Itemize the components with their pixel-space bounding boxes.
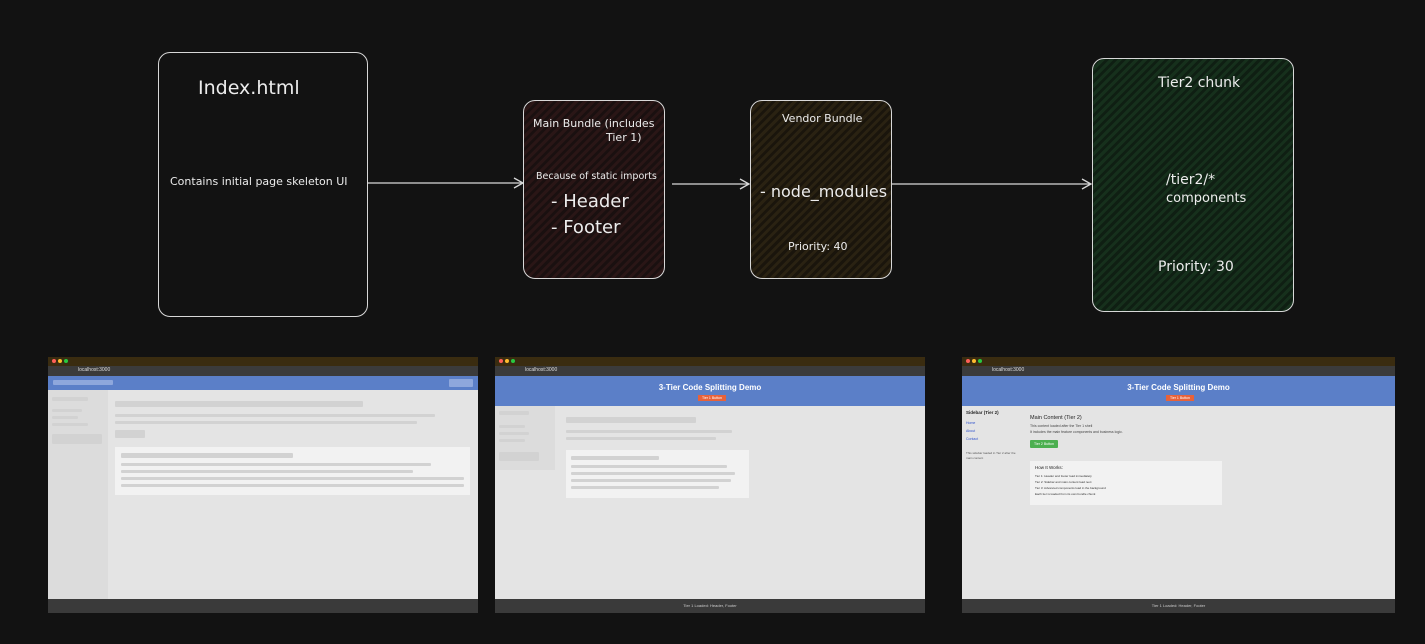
tier2-chunk-path-line2: components [1166, 191, 1247, 206]
sidebar-link-home[interactable]: Home [966, 421, 975, 425]
sidebar-note: This sidebar loaded in Tier 2 after the … [966, 451, 1016, 460]
sidebar-link-about[interactable]: About [966, 429, 975, 433]
screenshot-tier2: localhost:3000 3-Tier Code Splitting Dem… [962, 357, 1395, 613]
app-footer: Tier 1 Loaded: Header, Footer [495, 599, 925, 613]
vendor-bundle-title: Vendor Bundle [782, 112, 863, 125]
vendor-bundle-box: Vendor Bundle - node_modules Priority: 4… [750, 100, 892, 279]
vendor-bundle-priority: Priority: 40 [788, 240, 848, 253]
index-html-desc: Contains initial page skeleton UI [170, 175, 348, 188]
how-item: Tier 2: Sidebar and main content load ne… [1035, 480, 1092, 484]
browser-chrome: localhost:3000 [962, 357, 1395, 376]
index-html-box: Index.html Contains initial page skeleto… [158, 52, 368, 317]
tier2-sidebar: Sidebar (Tier 2) Home About Contact This… [962, 406, 1024, 599]
tier2-chunk-title: Tier2 chunk [1158, 75, 1241, 91]
main-line2: It includes the main feature components … [1030, 430, 1123, 434]
main-line1: This content loaded after the Tier 1 she… [1030, 424, 1093, 428]
main-bundle-desc: Because of static imports [536, 171, 657, 182]
tier1-button[interactable]: Tier 1 Button [1166, 395, 1194, 401]
screenshot-tier1: localhost:3000 3-Tier Code Splitting Dem… [495, 357, 925, 613]
skeleton-header [48, 376, 478, 390]
screenshot-skeleton: localhost:3000 [48, 357, 478, 613]
url-text: localhost:3000 [78, 367, 111, 373]
main-bundle-box: Main Bundle (includes Tier 1) Because of… [523, 100, 665, 279]
main-bundle-item-header: - Header [551, 191, 629, 212]
app-title: 3-Tier Code Splitting Demo [1127, 383, 1230, 392]
url-text: localhost:3000 [525, 367, 558, 373]
app-header: 3-Tier Code Splitting Demo Tier 1 Button [962, 376, 1395, 406]
browser-url-bar[interactable]: localhost:3000 [962, 366, 1395, 376]
browser-chrome: localhost:3000 [48, 357, 478, 376]
app-title: 3-Tier Code Splitting Demo [658, 383, 762, 392]
footer-status: Tier 1 Loaded: Header, Footer [683, 603, 737, 608]
browser-tab-bar [962, 357, 1395, 366]
tier2-chunk-box: Tier2 chunk /tier2/* components Priority… [1092, 58, 1294, 312]
how-item: Tier 1: Header and footer load immediate… [1035, 474, 1092, 478]
footer-status: Tier 1 Loaded: Header, Footer [1151, 603, 1206, 608]
how-it-works-card: How It Works: Tier 1: Header and footer … [1030, 461, 1222, 505]
browser-tab-bar [48, 357, 478, 366]
browser-url-bar[interactable]: localhost:3000 [48, 366, 478, 376]
sidebar-link-contact[interactable]: Contact [966, 437, 978, 441]
skeleton-footer [48, 599, 478, 613]
skeleton-sidebar [48, 390, 108, 599]
tier2-chunk-priority: Priority: 30 [1158, 259, 1234, 275]
main-title: Main Content (Tier 2) [1030, 415, 1082, 421]
app-footer: Tier 1 Loaded: Header, Footer [962, 599, 1395, 613]
app-header: 3-Tier Code Splitting Demo Tier 1 Button [495, 376, 925, 406]
url-text: localhost:3000 [992, 367, 1025, 373]
tier1-button[interactable]: Tier 1 Button [698, 395, 726, 401]
skeleton-card [115, 447, 470, 495]
tier2-button[interactable]: Tier 2 Button [1030, 440, 1058, 448]
how-item: Tier 3: Advanced components load in the … [1035, 486, 1106, 490]
browser-url-bar[interactable]: localhost:3000 [495, 366, 925, 376]
how-title: How It Works: [1035, 465, 1063, 470]
main-bundle-item-footer: - Footer [551, 217, 621, 238]
main-bundle-title-line2: Tier 1) [606, 131, 642, 144]
index-html-title: Index.html [198, 77, 300, 99]
how-item: Each tier is loaded from its own bundle … [1035, 492, 1096, 496]
main-bundle-title-line1: Main Bundle (includes [533, 117, 655, 130]
sidebar-title: Sidebar (Tier 2) [966, 410, 999, 415]
browser-chrome: localhost:3000 [495, 357, 925, 376]
vendor-bundle-item: - node_modules [760, 182, 888, 201]
browser-tab-bar [495, 357, 925, 366]
skeleton-card [566, 450, 749, 498]
tier2-chunk-path-line1: /tier2/* [1166, 172, 1216, 188]
